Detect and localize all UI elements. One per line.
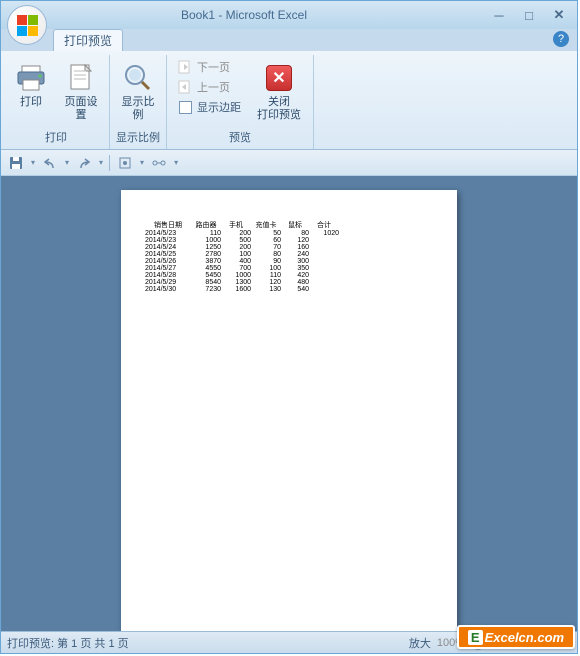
redo-icon[interactable] (75, 154, 93, 172)
zoom-label[interactable]: 放大 (409, 635, 431, 651)
qat-icon[interactable] (116, 154, 134, 172)
page-setup-icon (65, 62, 97, 94)
group-zoom: 显示比例 显示比例 (110, 55, 167, 149)
office-button[interactable] (7, 5, 47, 45)
ribbon-tabs: 打印预览 ? (1, 29, 577, 51)
next-page-button: 下一页 (173, 57, 245, 77)
dropdown-icon[interactable]: ▾ (65, 158, 69, 167)
prev-page-icon (177, 79, 193, 95)
tab-print-preview[interactable]: 打印预览 (53, 29, 123, 51)
qat-icon[interactable] (150, 154, 168, 172)
show-margins-checkbox[interactable]: 显示边距 (173, 97, 245, 117)
preview-area[interactable]: 销售日期路由器手机充值卡鼠标合计2014/5/23110200508010202… (1, 176, 577, 631)
maximize-button[interactable]: □ (517, 6, 541, 24)
group-preview: 下一页 上一页 显示边距 (167, 55, 314, 149)
undo-icon[interactable] (41, 154, 59, 172)
window-title: Book1 - Microsoft Excel (1, 8, 487, 22)
quick-access-toolbar: ▾ ▾ ▾ ▾ ▾ (1, 150, 577, 176)
next-page-icon (177, 59, 193, 75)
help-icon[interactable]: ? (553, 31, 569, 47)
titlebar: Book1 - Microsoft Excel ─ □ ✕ (1, 1, 577, 29)
print-button[interactable]: 打印 (9, 57, 53, 114)
prev-page-button: 上一页 (173, 77, 245, 97)
dropdown-icon[interactable]: ▾ (31, 158, 35, 167)
office-logo-icon (17, 15, 38, 36)
close-window-button[interactable]: ✕ (547, 6, 571, 24)
checkbox-icon (177, 99, 193, 115)
ribbon: 打印 页面设置 打印 显示比例 显示比例 (1, 51, 577, 150)
page-preview: 销售日期路由器手机充值卡鼠标合计2014/5/23110200508010202… (121, 190, 457, 631)
dropdown-icon[interactable]: ▾ (140, 158, 144, 167)
save-icon[interactable] (7, 154, 25, 172)
group-print: 打印 页面设置 打印 (3, 55, 110, 149)
magnifier-icon (122, 62, 154, 94)
status-text: 打印预览: 第 1 页 共 1 页 (7, 635, 409, 651)
dropdown-icon[interactable]: ▾ (99, 158, 103, 167)
sheet-data: 销售日期路由器手机充值卡鼠标合计2014/5/23110200508010202… (145, 220, 433, 293)
close-icon: ✕ (266, 65, 292, 91)
watermark: EExcelcn.com (457, 625, 575, 649)
close-preview-button[interactable]: ✕ 关闭打印预览 (251, 57, 307, 127)
dropdown-icon[interactable]: ▾ (174, 158, 178, 167)
page-setup-button[interactable]: 页面设置 (59, 57, 103, 127)
printer-icon (15, 62, 47, 94)
zoom-button[interactable]: 显示比例 (116, 57, 160, 127)
minimize-button[interactable]: ─ (487, 6, 511, 24)
